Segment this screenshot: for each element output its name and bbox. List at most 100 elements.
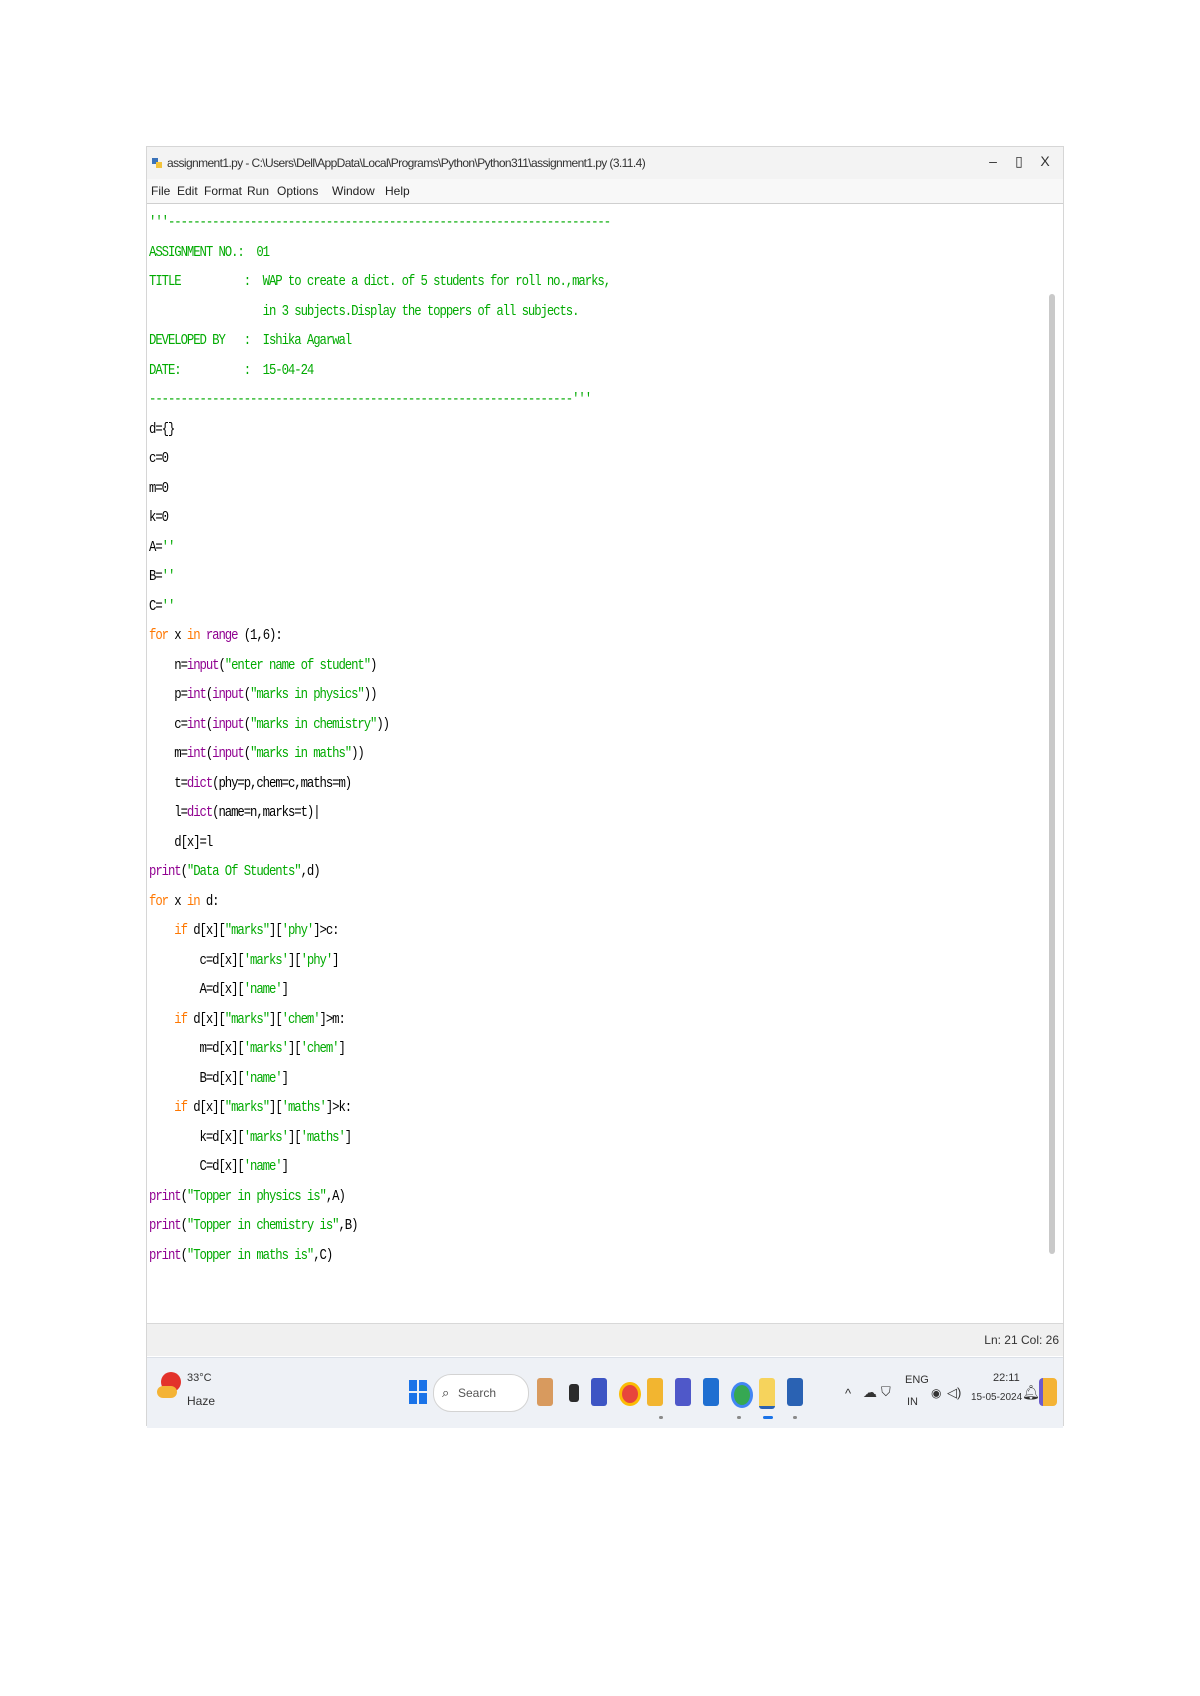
code-token: in [186, 627, 201, 644]
code-token: 'marks' [243, 1128, 289, 1146]
maximize-button[interactable]: ▯ [1009, 153, 1029, 170]
language-region[interactable]: IN [907, 1396, 918, 1408]
code-token: 'phy' [300, 951, 334, 969]
security-icon[interactable]: ⛉ [881, 1384, 891, 1400]
code-token: ] [332, 951, 339, 969]
code-token: DATE: : 15-04-24 [149, 361, 314, 379]
mail-icon[interactable] [703, 1378, 719, 1406]
code-token: int [186, 715, 207, 733]
code-token: int [186, 745, 207, 762]
idle-editor-window: assignment1.py - C:\Users\Dell\AppData\L… [146, 146, 1064, 1428]
code-token: d[x][ [186, 1099, 226, 1116]
code-token: ,C) [313, 1246, 333, 1264]
running-indicator [659, 1416, 663, 1419]
code-token: ][ [287, 951, 302, 969]
code-token: 'marks' [243, 1040, 289, 1057]
code-token: ]>c: [313, 922, 339, 939]
code-text[interactable]: '''-------------------------------------… [149, 208, 611, 1270]
wifi-icon[interactable]: ◉ [931, 1386, 941, 1400]
minimize-button[interactable]: – [983, 153, 1003, 169]
code-token: input [186, 656, 220, 674]
teams-icon[interactable] [591, 1378, 607, 1406]
menu-file[interactable]: File [151, 184, 170, 198]
menu-help[interactable]: Help [385, 184, 410, 198]
onedrive-icon[interactable]: ☁ [863, 1384, 877, 1401]
close-button[interactable]: X [1035, 153, 1055, 169]
code-token: (name=n,marks=t)| [212, 804, 320, 821]
menu-edit[interactable]: Edit [177, 184, 198, 198]
cursor-position: Ln: 21 Col: 26 [984, 1333, 1059, 1347]
code-token: 'marks' [243, 951, 289, 969]
code-token: ] [338, 1040, 345, 1057]
code-token: DEVELOPED BY : Ishika Agarwal [149, 332, 352, 349]
menu-options[interactable]: Options [277, 184, 318, 198]
running-indicator [793, 1416, 797, 1419]
code-token: for [149, 892, 169, 910]
menu-format[interactable]: Format [204, 184, 242, 198]
code-token: ,B) [338, 1217, 358, 1234]
code-token: int [186, 686, 207, 703]
code-token: ,A) [325, 1187, 346, 1205]
notification-bell-icon[interactable]: 🔔︎ [1022, 1384, 1040, 1401]
code-token: ] [281, 1158, 289, 1175]
code-token: '''-------------------------------------… [149, 214, 611, 231]
menu-window[interactable]: Window [332, 184, 375, 198]
copilot-tray-icon[interactable] [1039, 1378, 1057, 1406]
code-token: "marks" [224, 1010, 270, 1028]
code-token: k=0 [149, 509, 169, 526]
window-title: assignment1.py - C:\Users\Dell\AppData\L… [167, 156, 646, 170]
language-indicator[interactable]: ENG [905, 1374, 929, 1386]
code-token: "Topper in maths is" [186, 1246, 314, 1264]
code-token: l= [149, 804, 188, 821]
code-token: t= [149, 774, 188, 792]
code-token: in [186, 892, 201, 910]
edge-icon[interactable] [675, 1378, 691, 1406]
code-token: ----------------------------------------… [149, 391, 592, 408]
copilot-icon[interactable] [537, 1378, 553, 1406]
code-token: TITLE : WAP to create a dict. of 5 stude… [149, 273, 611, 290]
active-indicator [763, 1416, 773, 1419]
code-editor[interactable]: '''-------------------------------------… [147, 204, 1057, 1314]
weather-temperature[interactable]: 33°C [187, 1372, 212, 1384]
code-token: ][ [287, 1128, 302, 1146]
code-token: B= [149, 568, 163, 585]
code-token: ][ [269, 1099, 283, 1116]
clock-date[interactable]: 15-05-2024 [971, 1392, 1022, 1403]
code-token: "Topper in physics is" [186, 1187, 327, 1205]
volume-icon[interactable]: ◁) [947, 1385, 961, 1401]
code-token: m=0 [149, 479, 169, 497]
weather-condition[interactable]: Haze [187, 1394, 215, 1408]
search-placeholder: Search [458, 1386, 497, 1400]
code-token: )) [376, 715, 390, 733]
code-token: d[x][ [186, 922, 226, 939]
code-token: range [205, 627, 239, 644]
code-token: 'name' [243, 1069, 283, 1087]
weather-icon[interactable] [157, 1372, 181, 1398]
code-token: in 3 subjects.Display the toppers of all… [149, 302, 580, 320]
taskbar-search-box[interactable]: ⌕ Search [433, 1374, 529, 1412]
code-token: A= [149, 538, 163, 556]
code-token: m= [149, 745, 188, 762]
code-token: input [212, 715, 245, 733]
code-token: C= [149, 597, 163, 615]
menu-run[interactable]: Run [247, 184, 269, 198]
code-token: ] [281, 1069, 289, 1087]
code-token: 'chem' [281, 1010, 321, 1028]
code-token: d={} [149, 420, 175, 438]
chrome-icon[interactable] [619, 1382, 641, 1406]
chrome-profile-icon[interactable] [731, 1382, 753, 1408]
task-view-icon[interactable] [569, 1384, 579, 1402]
code-token: ] [344, 1128, 352, 1146]
vertical-scrollbar[interactable] [1049, 294, 1055, 1254]
code-token: k=d[x][ [149, 1128, 245, 1146]
windows-start-icon[interactable] [409, 1380, 427, 1404]
code-token: "enter name of student" [224, 656, 371, 674]
code-token: 'maths' [300, 1128, 346, 1146]
file-explorer-icon[interactable] [647, 1378, 663, 1406]
python-idle-taskbar-icon[interactable] [759, 1378, 775, 1409]
tray-overflow-chevron-icon[interactable]: ^ [845, 1386, 851, 1401]
python-idle-taskbar-icon-2[interactable] [787, 1378, 803, 1406]
clock-time[interactable]: 22:11 [993, 1372, 1020, 1384]
title-bar[interactable]: assignment1.py - C:\Users\Dell\AppData\L… [147, 147, 1063, 179]
code-token: ]>m: [319, 1010, 346, 1028]
